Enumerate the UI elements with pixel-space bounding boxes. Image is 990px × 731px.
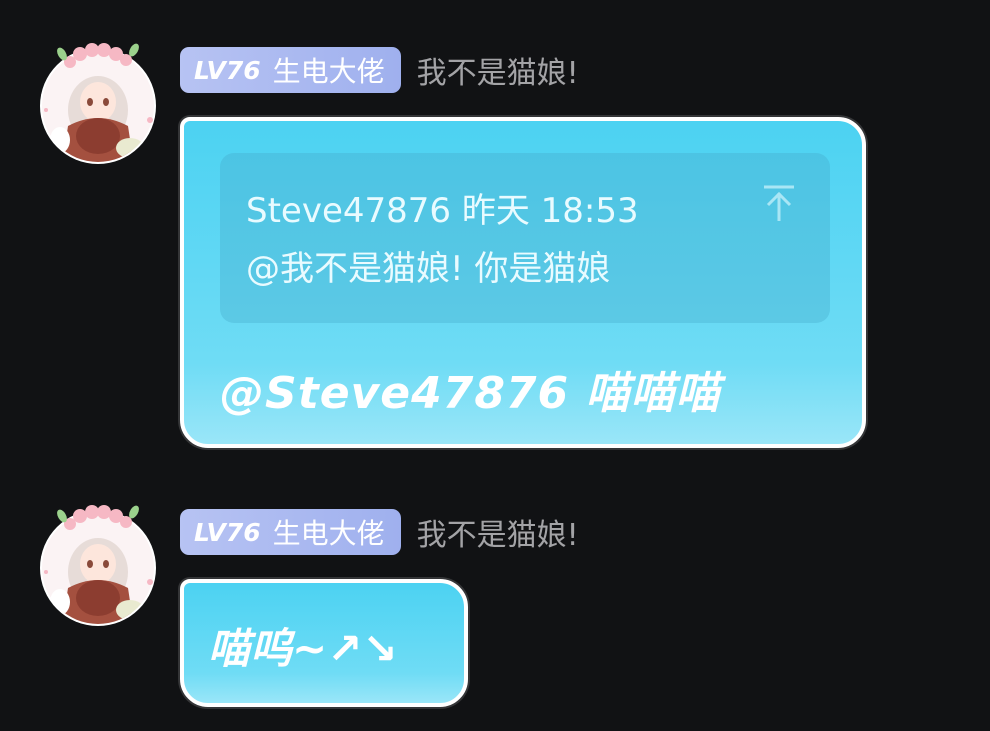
message-bubble[interactable]: 喵呜~↗↘ xyxy=(180,579,468,707)
title-label: 生电大佬 xyxy=(272,517,385,550)
quote-text: @我不是猫娘! 你是猫娘 xyxy=(246,249,611,289)
avatar[interactable] xyxy=(38,40,156,166)
avatar[interactable] xyxy=(38,502,156,628)
level-label: LV76 xyxy=(194,517,261,547)
sender-name[interactable]: 我不是猫娘! xyxy=(417,48,579,92)
sender-name[interactable]: 我不是猫娘! xyxy=(417,510,579,554)
avatar-image xyxy=(40,43,156,164)
level-badge: LV76 生电大佬 xyxy=(180,47,401,93)
message-header: LV76 生电大佬 我不是猫娘! xyxy=(180,508,579,556)
message-header: LV76 生电大佬 我不是猫娘! xyxy=(180,46,579,94)
arrow-up-to-top-icon[interactable] xyxy=(762,183,796,223)
level-badge: LV76 生电大佬 xyxy=(180,509,401,555)
title-label: 生电大佬 xyxy=(272,55,385,88)
chat-view: LV76 生电大佬 我不是猫娘! Steve47876 昨天 18:53 @我不… xyxy=(0,0,990,731)
quoted-message[interactable]: Steve47876 昨天 18:53 @我不是猫娘! 你是猫娘 xyxy=(220,153,830,323)
message-text: 喵呜~↗↘ xyxy=(208,624,398,673)
message-bubble[interactable]: Steve47876 昨天 18:53 @我不是猫娘! 你是猫娘 @Steve4… xyxy=(180,117,866,448)
level-label: LV76 xyxy=(194,55,261,85)
quote-header: Steve47876 昨天 18:53 xyxy=(246,191,639,231)
message-text: @Steve47876 喵喵喵 xyxy=(220,368,721,419)
avatar-image xyxy=(40,505,156,626)
